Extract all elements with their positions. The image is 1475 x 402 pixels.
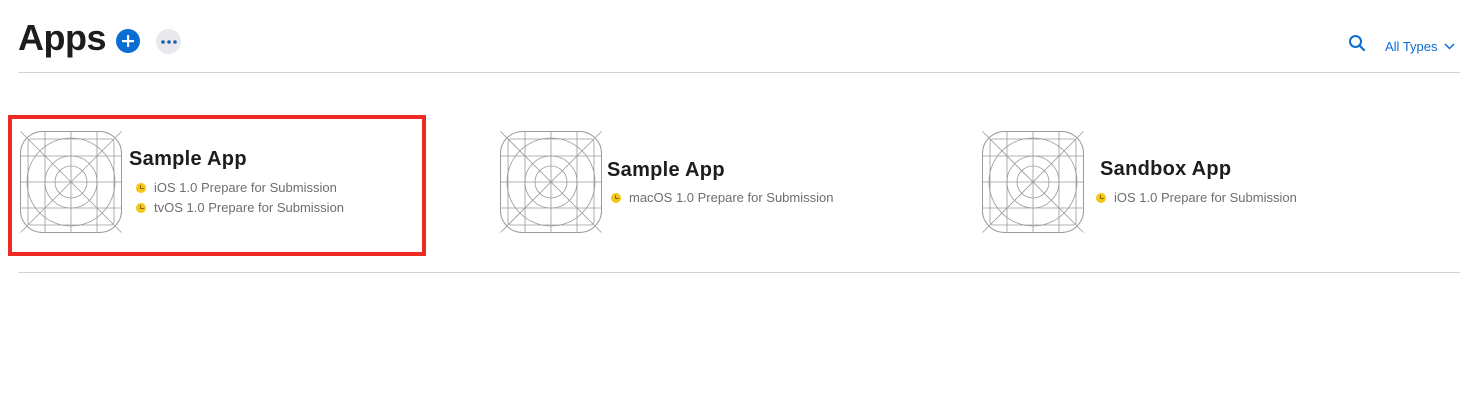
app-status-text: macOS 1.0 Prepare for Submission [629, 190, 834, 205]
type-filter-label: All Types [1385, 38, 1438, 54]
selection-highlight-box [8, 115, 426, 256]
header-divider [18, 72, 1460, 73]
page-title: Apps [18, 17, 107, 58]
pending-status-icon [611, 192, 621, 203]
apps-grid-divider [18, 272, 1460, 273]
app-status-text: iOS 1.0 Prepare for Submission [1114, 190, 1297, 205]
more-options-button[interactable] [156, 29, 181, 54]
app-icon-placeholder [982, 131, 1084, 233]
search-button[interactable] [1348, 34, 1368, 54]
app-icon-placeholder [500, 131, 602, 233]
header: Apps All Types [18, 0, 1460, 72]
search-icon [1349, 35, 1366, 52]
type-filter-dropdown[interactable]: All Types [1385, 37, 1455, 55]
app-name: Sample App [607, 159, 725, 181]
app-card-sample-app-macos[interactable]: Sample App macOS 1.0 Prepare for Submiss… [500, 131, 900, 251]
pending-status-icon [1096, 192, 1106, 203]
chevron-down-icon [1443, 42, 1455, 50]
app-name: Sandbox App [1100, 158, 1232, 180]
app-status-line: macOS 1.0 Prepare for Submission [611, 190, 833, 205]
app-status-line: iOS 1.0 Prepare for Submission [1096, 190, 1297, 205]
app-card-sandbox-app[interactable]: Sandbox App iOS 1.0 Prepare for Submissi… [982, 131, 1382, 251]
add-app-button[interactable] [116, 29, 140, 53]
plus-circle-icon [122, 35, 134, 47]
ellipsis-icon [160, 39, 177, 44]
